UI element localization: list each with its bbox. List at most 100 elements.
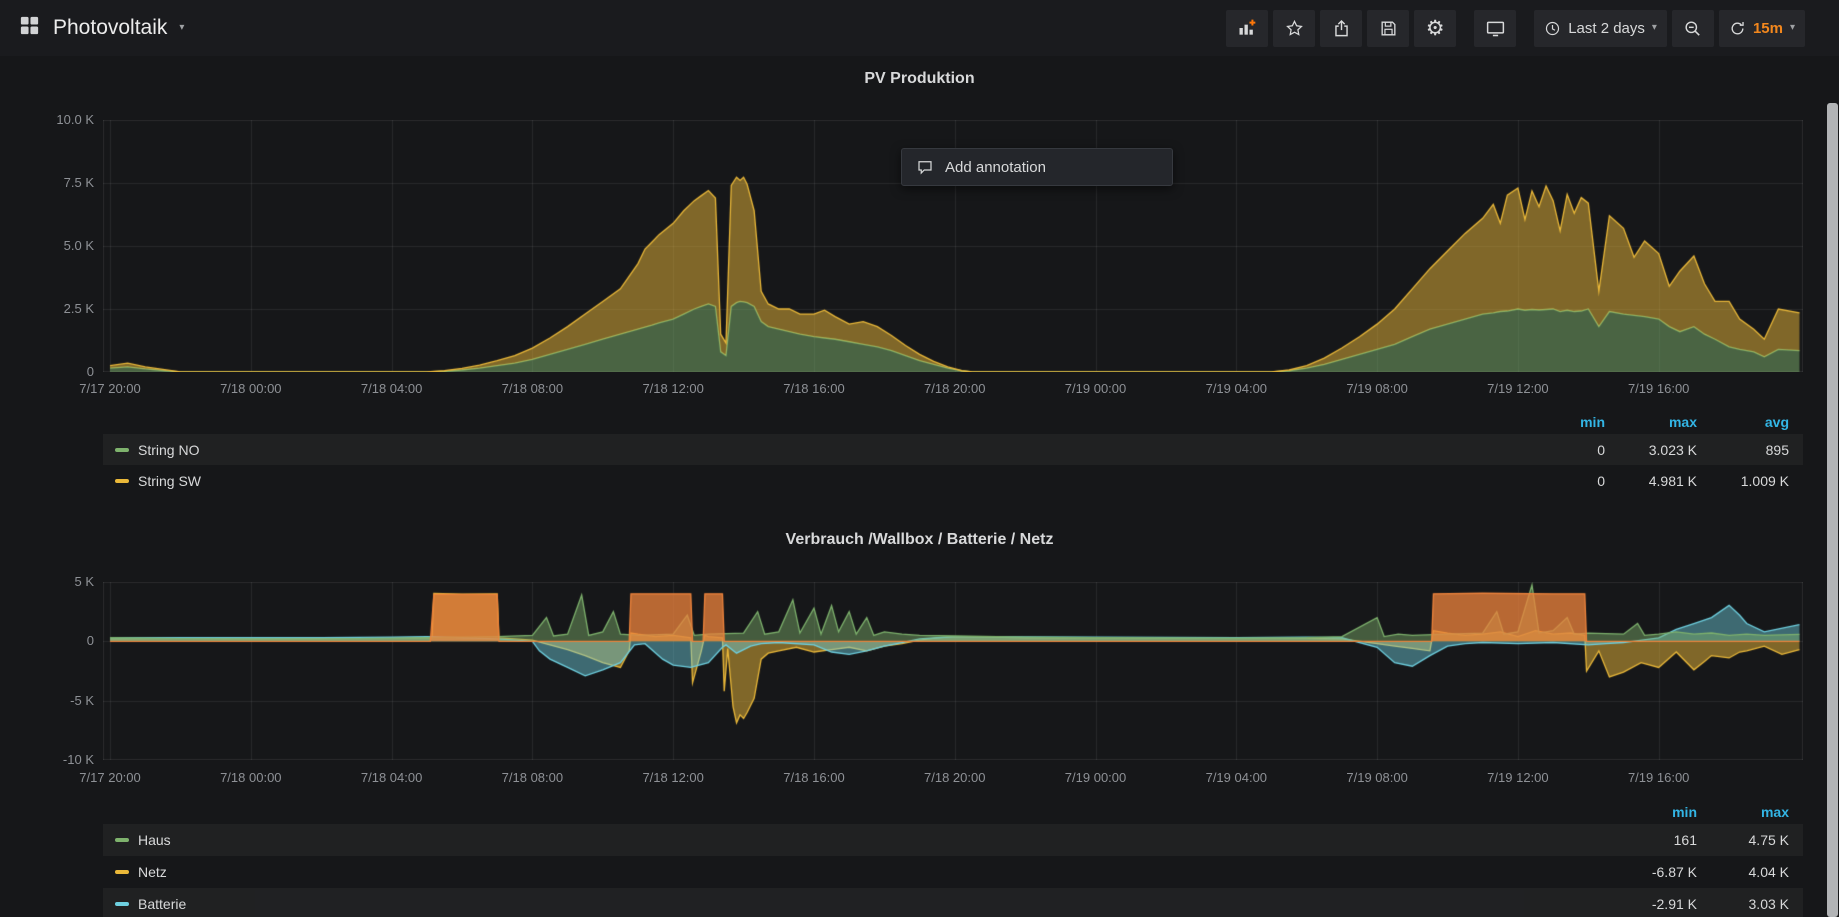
series-name[interactable]: Batterie <box>138 896 186 912</box>
series-avg-value: 895 <box>1697 442 1789 458</box>
x-axis-label: 7/17 20:00 <box>50 381 170 397</box>
x-axis-label: 7/18 00:00 <box>191 381 311 397</box>
panel-title-verbrauch[interactable]: Verbrauch /Wallbox / Batterie / Netz <box>0 531 1839 549</box>
y-axis-label: 0 <box>0 633 94 649</box>
series-color-icon[interactable] <box>115 870 129 874</box>
series-max-value: 3.03 K <box>1697 896 1789 912</box>
legend-row-string-sw: String SW 04.981 K1.009 K <box>103 465 1803 496</box>
y-axis-label: 5 K <box>0 574 94 590</box>
x-axis-label: 7/19 08:00 <box>1317 770 1437 786</box>
x-axis-label: 7/19 12:00 <box>1458 770 1578 786</box>
time-range-label: Last 2 days <box>1568 20 1645 37</box>
tv-cycle-view-button[interactable] <box>1474 10 1516 47</box>
zoom-out-icon <box>1683 19 1702 38</box>
x-axis-label: 7/18 08:00 <box>472 770 592 786</box>
navbar-actions: ⚙ Last 2 days ▾ 15m ▾ <box>1221 10 1805 47</box>
star-dashboard-button[interactable] <box>1273 10 1315 47</box>
x-axis-label: 7/18 04:00 <box>332 770 452 786</box>
series-min-value: -2.91 K <box>1605 896 1697 912</box>
comment-bubble-icon <box>916 158 934 176</box>
legend-header-row: minmaxavg <box>103 410 1803 434</box>
add-annotation-menu-item[interactable]: Add annotation <box>901 148 1173 186</box>
dashboard-title-group[interactable]: Photovoltaik ▾ <box>18 14 184 42</box>
monitor-icon <box>1485 18 1506 39</box>
series-min-value: -6.87 K <box>1605 864 1697 880</box>
gear-icon: ⚙ <box>1426 18 1445 39</box>
time-range-picker[interactable]: Last 2 days ▾ <box>1534 10 1667 47</box>
x-axis-label: 7/18 16:00 <box>754 770 874 786</box>
share-dashboard-button[interactable] <box>1320 10 1362 47</box>
dashboard-settings-button[interactable]: ⚙ <box>1414 10 1456 47</box>
y-axis-label: -10 K <box>0 752 94 768</box>
top-navbar: Photovoltaik ▾ ⚙ Las <box>0 0 1839 56</box>
legend-header-row: minmax <box>103 800 1803 824</box>
y-axis-label: 5.0 K <box>0 238 94 254</box>
series-color-icon[interactable] <box>115 479 129 483</box>
refresh-icon <box>1729 20 1746 37</box>
series-min-value: 161 <box>1605 832 1697 848</box>
series-max-value: 4.981 K <box>1605 473 1697 489</box>
x-axis-label: 7/19 04:00 <box>1176 381 1296 397</box>
y-axis-label: 7.5 K <box>0 175 94 191</box>
verbrauch-chart[interactable] <box>103 582 1803 760</box>
x-axis-label: 7/18 20:00 <box>895 381 1015 397</box>
refresh-picker[interactable]: 15m ▾ <box>1719 10 1805 47</box>
x-axis-label: 7/19 00:00 <box>1036 770 1156 786</box>
add-panel-icon <box>1237 18 1257 38</box>
x-axis-label: 7/19 00:00 <box>1036 381 1156 397</box>
x-axis-label: 7/19 12:00 <box>1458 381 1578 397</box>
legend-row-batterie: Batterie -2.91 K3.03 K <box>103 888 1803 917</box>
add-annotation-label: Add annotation <box>945 159 1046 176</box>
x-axis-label: 7/18 16:00 <box>754 381 874 397</box>
time-range-caret-down-icon: ▾ <box>1652 23 1657 33</box>
legend-sort-max[interactable]: max <box>1697 804 1789 820</box>
series-name[interactable]: Haus <box>138 832 171 848</box>
series-min-value: 0 <box>1513 473 1605 489</box>
clock-icon <box>1544 20 1561 37</box>
x-axis-label: 7/19 08:00 <box>1317 381 1437 397</box>
series-name[interactable]: Netz <box>138 864 167 880</box>
y-axis-label: 0 <box>0 364 94 380</box>
dashboard-caret-down-icon[interactable]: ▾ <box>179 23 184 33</box>
series-max-value: 4.75 K <box>1697 832 1789 848</box>
dashboard-title[interactable]: Photovoltaik <box>53 16 167 40</box>
save-icon <box>1379 19 1398 38</box>
series-max-value: 3.023 K <box>1605 442 1697 458</box>
series-name[interactable]: String NO <box>138 442 199 458</box>
x-axis-label: 7/18 20:00 <box>895 770 1015 786</box>
x-axis-label: 7/18 12:00 <box>613 381 733 397</box>
dashboards-grid-icon[interactable] <box>18 14 41 42</box>
x-axis-label: 7/19 04:00 <box>1176 770 1296 786</box>
legend-sort-min[interactable]: min <box>1513 414 1605 430</box>
series-color-icon[interactable] <box>115 902 129 906</box>
y-axis-label: -5 K <box>0 693 94 709</box>
legend-row-string-no: String NO 03.023 K895 <box>103 434 1803 465</box>
share-icon <box>1332 19 1351 38</box>
refresh-caret-down-icon: ▾ <box>1790 23 1795 33</box>
series-name[interactable]: String SW <box>138 473 201 489</box>
pv-produktion-legend: minmaxavg String NO 03.023 K895 String SW 04… <box>103 410 1803 496</box>
x-axis-label: 7/19 16:00 <box>1599 381 1719 397</box>
grafana-dashboard: Photovoltaik ▾ ⚙ Las <box>0 0 1839 917</box>
x-axis-label: 7/18 04:00 <box>332 381 452 397</box>
legend-row-haus: Haus 1614.75 K <box>103 824 1803 856</box>
y-axis-label: 2.5 K <box>0 301 94 317</box>
series-color-icon[interactable] <box>115 448 129 452</box>
y-axis-label: 10.0 K <box>0 112 94 128</box>
zoom-out-time-button[interactable] <box>1672 10 1714 47</box>
series-min-value: 0 <box>1513 442 1605 458</box>
series-color-icon[interactable] <box>115 838 129 842</box>
legend-sort-avg[interactable]: avg <box>1697 414 1789 430</box>
series-avg-value: 1.009 K <box>1697 473 1789 489</box>
save-dashboard-button[interactable] <box>1367 10 1409 47</box>
x-axis-label: 7/17 20:00 <box>50 770 170 786</box>
legend-sort-min[interactable]: min <box>1605 804 1697 820</box>
x-axis-label: 7/19 16:00 <box>1599 770 1719 786</box>
x-axis-label: 7/18 12:00 <box>613 770 733 786</box>
verbrauch-legend: minmaxHaus1614.75 KNetz-6.87 K4.04 KBatt… <box>103 800 1803 917</box>
add-panel-button[interactable] <box>1226 10 1268 47</box>
page-scrollbar-thumb[interactable] <box>1827 103 1838 917</box>
legend-sort-max[interactable]: max <box>1605 414 1697 430</box>
panel-title-pv-produktion[interactable]: PV Produktion <box>0 70 1839 88</box>
star-icon <box>1285 19 1304 38</box>
